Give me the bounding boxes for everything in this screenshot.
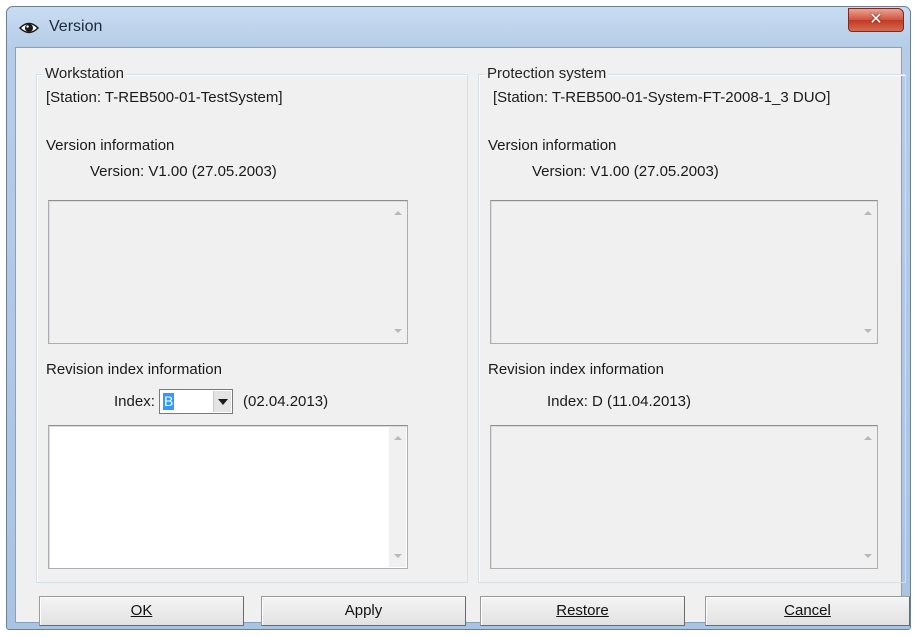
workstation-group: Workstation [Station: T-REB500-01-TestSy… xyxy=(36,65,468,583)
protection-version-textbox[interactable] xyxy=(490,200,878,344)
apply-button[interactable]: Apply xyxy=(261,596,466,626)
workstation-version-textbox[interactable] xyxy=(48,200,408,344)
protection-group-title: Protection system xyxy=(485,65,609,82)
scroll-up-arrow-icon[interactable] xyxy=(864,436,872,440)
scroll-down-arrow-icon[interactable] xyxy=(394,329,402,333)
workstation-index-date: (02.04.2013) xyxy=(243,393,329,410)
close-icon: ✕ xyxy=(869,11,883,28)
dialog-client-area: Workstation [Station: T-REB500-01-TestSy… xyxy=(15,47,910,626)
close-button[interactable]: ✕ xyxy=(848,8,904,32)
protection-revision-heading: Revision index information xyxy=(488,361,664,378)
restore-button[interactable]: Restore xyxy=(480,596,685,626)
cancel-button[interactable]: Cancel xyxy=(705,596,910,626)
ok-button-label: OK xyxy=(130,602,153,619)
protection-revision-scrollbar[interactable] xyxy=(859,427,876,567)
scroll-down-arrow-icon[interactable] xyxy=(864,554,872,558)
workstation-station: [Station: T-REB500-01-TestSystem] xyxy=(46,89,283,106)
workstation-index-select[interactable]: B xyxy=(159,389,233,414)
workstation-revision-scrollbar[interactable] xyxy=(389,427,406,567)
protection-version-heading: Version information xyxy=(488,137,617,154)
workstation-index-value: B xyxy=(163,393,175,410)
workstation-revision-textbox[interactable] xyxy=(48,425,408,569)
scroll-up-arrow-icon[interactable] xyxy=(394,211,402,215)
scroll-down-arrow-icon[interactable] xyxy=(394,554,402,558)
apply-button-label: Apply xyxy=(344,602,383,619)
cancel-button-label: Cancel xyxy=(784,602,831,619)
workstation-index-label: Index: xyxy=(114,393,155,410)
protection-index-line: Index: D (11.04.2013) xyxy=(547,393,691,410)
protection-station: [Station: T-REB500-01-System-FT-2008-1_3… xyxy=(493,89,831,106)
eye-icon xyxy=(19,22,39,34)
workstation-group-title: Workstation xyxy=(43,65,126,82)
workstation-version-line: Version: V1.00 (27.05.2003) xyxy=(90,163,277,180)
version-dialog: Version ✕ Workstation [Station: T-REB500… xyxy=(6,6,911,630)
protection-version-scrollbar[interactable] xyxy=(859,202,876,342)
protection-system-group: Protection system [Station: T-REB500-01-… xyxy=(478,65,906,583)
workstation-revision-heading: Revision index information xyxy=(46,361,222,378)
title-bar[interactable]: Version ✕ xyxy=(7,7,910,47)
workstation-version-scrollbar[interactable] xyxy=(389,202,406,342)
workstation-version-heading: Version information xyxy=(46,137,175,154)
scroll-up-arrow-icon[interactable] xyxy=(864,211,872,215)
scroll-down-arrow-icon[interactable] xyxy=(864,329,872,333)
protection-version-line: Version: V1.00 (27.05.2003) xyxy=(532,163,719,180)
protection-revision-textbox[interactable] xyxy=(490,425,878,569)
ok-button[interactable]: OK xyxy=(39,596,244,626)
restore-button-label: Restore xyxy=(556,602,609,619)
window-title: Version xyxy=(49,18,103,35)
scroll-up-arrow-icon[interactable] xyxy=(394,436,402,440)
chevron-down-icon[interactable] xyxy=(213,391,231,412)
